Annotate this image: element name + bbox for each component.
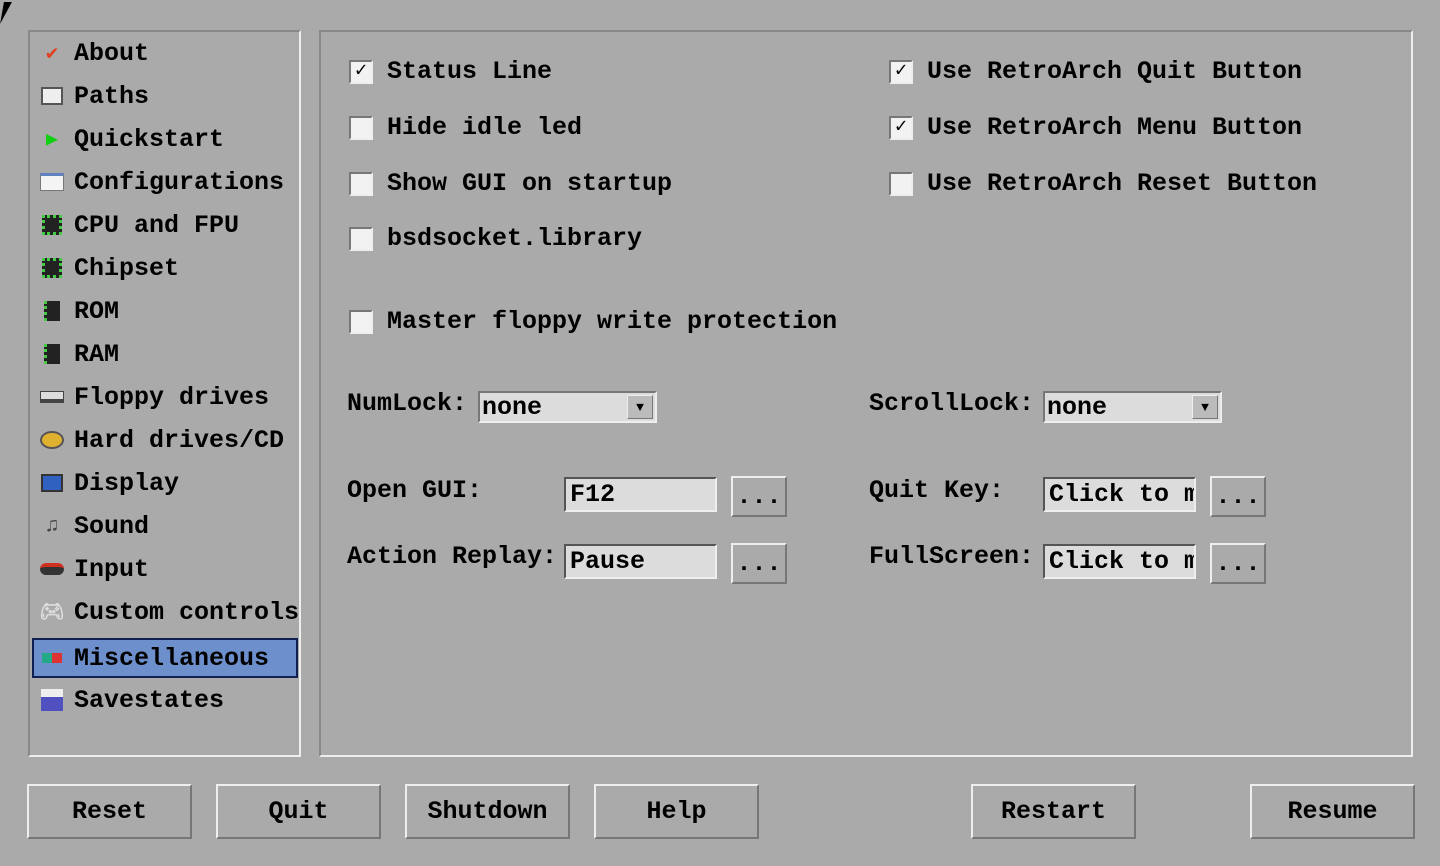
- sidebar-item-custom-controls[interactable]: 🎮︎ Custom controls: [34, 593, 299, 631]
- mouse-cursor-icon: [0, 2, 20, 24]
- checkbox-box: ✓: [889, 115, 913, 140]
- quit-button[interactable]: Quit: [216, 784, 381, 839]
- scrolllock-dropdown[interactable]: none ▼: [1043, 391, 1222, 423]
- action-replay-key-field[interactable]: Pause: [564, 544, 717, 579]
- paths-icon: [38, 83, 66, 109]
- display-icon: [38, 470, 66, 496]
- rom-icon: [38, 298, 66, 324]
- sidebar-item-cpu-and-fpu[interactable]: CPU and FPU: [34, 206, 298, 244]
- sidebar-item-savestates[interactable]: Savestates: [34, 681, 298, 719]
- open-gui-label: Open GUI:: [347, 476, 483, 505]
- checkbox-box: [349, 309, 373, 334]
- open-gui-key-field[interactable]: F12: [564, 477, 717, 512]
- bsdsocket-library-checkbox[interactable]: bsdsocket.library: [349, 224, 642, 253]
- configurations-icon: [38, 169, 66, 195]
- quit-key-field[interactable]: Click to m: [1043, 477, 1196, 512]
- sidebar-item-ram[interactable]: RAM: [34, 335, 298, 373]
- fullscreen-key-field[interactable]: Click to m: [1043, 544, 1196, 579]
- quit-key-browse-button[interactable]: ...: [1210, 476, 1266, 517]
- chevron-down-icon: ▼: [627, 395, 653, 419]
- checkbox-box: [349, 226, 373, 251]
- chip-icon: [38, 212, 66, 238]
- checkbox-box: [349, 115, 373, 140]
- chip-icon: [38, 255, 66, 281]
- sidebar-item-display[interactable]: Display: [34, 464, 298, 502]
- gamepad-icon: 🎮︎: [39, 602, 65, 625]
- sidebar-item-sound[interactable]: ♫ Sound: [34, 507, 298, 545]
- floppy-drive-icon: [38, 384, 66, 410]
- open-gui-key-browse-button[interactable]: ...: [731, 476, 787, 517]
- help-button[interactable]: Help: [594, 784, 759, 839]
- resume-button[interactable]: Resume: [1250, 784, 1415, 839]
- chevron-down-icon: ▼: [1192, 395, 1218, 419]
- checkbox-box: ✓: [889, 59, 913, 84]
- reset-button[interactable]: Reset: [27, 784, 192, 839]
- sidebar-item-floppy-drives[interactable]: Floppy drives: [34, 378, 298, 416]
- checkbox-box: [889, 171, 913, 196]
- sidebar-item-miscellaneous[interactable]: Miscellaneous: [32, 638, 298, 678]
- joystick-icon: [38, 556, 66, 582]
- sidebar-item-paths[interactable]: Paths: [34, 77, 298, 115]
- hide-idle-led-checkbox[interactable]: Hide idle led: [349, 113, 582, 142]
- misc-icon: [38, 645, 66, 671]
- restart-button[interactable]: Restart: [971, 784, 1136, 839]
- sidebar-item-chipset[interactable]: Chipset: [34, 249, 298, 287]
- save-icon: [38, 687, 66, 713]
- scrolllock-label: ScrollLock:: [869, 389, 1035, 418]
- fullscreen-key-browse-button[interactable]: ...: [1210, 543, 1266, 584]
- checkbox-box: ✓: [349, 59, 373, 84]
- sidebar-item-rom[interactable]: ROM: [34, 292, 298, 330]
- sidebar-item-configurations[interactable]: Configurations: [34, 163, 298, 201]
- sidebar-item-about[interactable]: ✔ About: [34, 34, 298, 72]
- numlock-label: NumLock:: [347, 389, 468, 418]
- sidebar-item-quickstart[interactable]: ▶ Quickstart: [34, 120, 298, 158]
- shutdown-button[interactable]: Shutdown: [405, 784, 570, 839]
- checkbox-box: [349, 171, 373, 196]
- action-replay-label: Action Replay:: [347, 542, 558, 571]
- hard-drive-icon: [38, 427, 66, 453]
- action-replay-key-browse-button[interactable]: ...: [731, 543, 787, 584]
- category-list: ✔ About Paths ▶ Quickstart Configurations …: [28, 30, 301, 757]
- fullscreen-label: FullScreen:: [869, 542, 1035, 571]
- quit-key-label: Quit Key:: [869, 476, 1005, 505]
- numlock-dropdown[interactable]: none ▼: [478, 391, 657, 423]
- play-icon: ▶: [45, 129, 59, 152]
- master-floppy-write-protection-checkbox[interactable]: Master floppy write protection: [349, 307, 837, 336]
- sidebar-item-hard-drives-cd[interactable]: Hard drives/CD: [34, 421, 298, 459]
- sound-icon: ♫: [45, 514, 58, 538]
- retroarch-menu-button-checkbox[interactable]: ✓ Use RetroArch Menu Button: [889, 113, 1302, 142]
- about-check-icon: ✔: [45, 43, 59, 66]
- retroarch-reset-button-checkbox[interactable]: Use RetroArch Reset Button: [889, 169, 1317, 198]
- sidebar-item-input[interactable]: Input: [34, 550, 298, 588]
- retroarch-quit-button-checkbox[interactable]: ✓ Use RetroArch Quit Button: [889, 57, 1302, 86]
- status-line-checkbox[interactable]: ✓ Status Line: [349, 57, 552, 86]
- show-gui-on-startup-checkbox[interactable]: Show GUI on startup: [349, 169, 672, 198]
- ram-icon: [38, 341, 66, 367]
